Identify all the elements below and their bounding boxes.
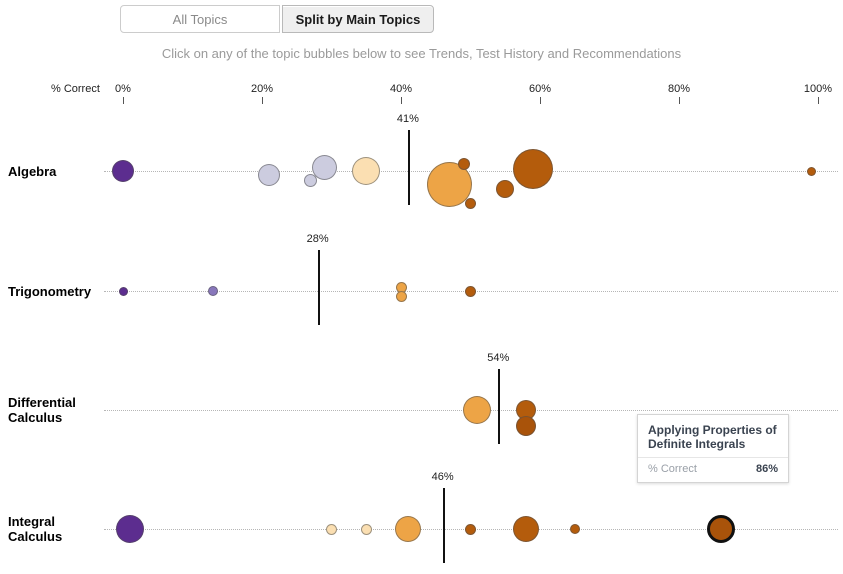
topic-bubble[interactable] xyxy=(513,149,554,189)
topic-bubble[interactable] xyxy=(457,158,470,170)
axis-tick-mark xyxy=(679,97,680,104)
topic-bubble[interactable] xyxy=(496,180,515,198)
topic-bubble[interactable] xyxy=(257,164,280,186)
average-marker-label: 28% xyxy=(306,233,329,245)
axis-title: % Correct xyxy=(51,83,100,95)
topic-row-label: Algebra xyxy=(8,164,57,179)
topic-bubble[interactable] xyxy=(352,157,381,185)
topic-bubble[interactable] xyxy=(513,516,540,542)
axis-tick-mark xyxy=(401,97,402,104)
topic-row-label: Integral Calculus xyxy=(8,514,63,544)
tooltip-stat-label: % Correct xyxy=(648,463,697,475)
axis-tick-mark xyxy=(818,97,819,104)
topic-bubble[interactable] xyxy=(465,285,476,297)
topic-bubble[interactable] xyxy=(360,523,372,535)
average-marker-label: 41% xyxy=(396,113,419,125)
axis-tick-label: 100% xyxy=(803,83,833,95)
percent-correct-axis: % Correct 0% 20% 40% 60% 80% 100% xyxy=(0,80,843,104)
split-by-main-topics-button[interactable]: Split by Main Topics xyxy=(282,5,434,33)
axis-tick-label: 60% xyxy=(528,83,552,95)
all-topics-button[interactable]: All Topics xyxy=(120,5,280,33)
tooltip-divider xyxy=(638,457,788,458)
topic-bubble[interactable] xyxy=(706,515,735,543)
topic-bubble[interactable] xyxy=(569,524,580,534)
topic-bubble[interactable] xyxy=(465,197,476,209)
topic-bubble[interactable] xyxy=(516,416,537,436)
average-marker-label: 46% xyxy=(431,471,454,483)
axis-tick-label: 40% xyxy=(389,83,413,95)
topic-bubble[interactable] xyxy=(394,516,421,542)
topic-bubble[interactable] xyxy=(465,523,476,535)
average-marker xyxy=(407,130,410,205)
bubble-tooltip: Applying Properties of Definite Integral… xyxy=(637,414,789,483)
average-marker xyxy=(317,250,320,325)
topic-bubble[interactable] xyxy=(395,290,407,302)
axis-tick-label: 0% xyxy=(115,83,131,95)
visualization-root: All Topics Split by Main Topics Click on… xyxy=(0,0,843,574)
axis-tick-label: 20% xyxy=(250,83,274,95)
topic-bubble[interactable] xyxy=(312,154,338,180)
average-marker-label: 54% xyxy=(487,352,510,364)
instruction-text: Click on any of the topic bubbles below … xyxy=(161,46,682,61)
topic-row-baseline xyxy=(104,171,838,172)
tooltip-stat-value: 86% xyxy=(755,463,778,475)
view-mode-toggle: All Topics Split by Main Topics xyxy=(120,5,434,33)
topic-bubble[interactable] xyxy=(208,286,219,296)
tooltip-title: Applying Properties of Definite Integral… xyxy=(648,423,777,451)
topic-bubble[interactable] xyxy=(118,286,128,296)
axis-tick-label: 80% xyxy=(667,83,691,95)
tooltip-stat-row: % Correct 86% xyxy=(648,463,778,475)
topic-bubble[interactable] xyxy=(463,396,492,424)
topic-bubble[interactable] xyxy=(115,515,144,543)
average-marker xyxy=(498,369,501,444)
topic-row-label: Differential Calculus xyxy=(8,395,76,425)
topic-bubble[interactable] xyxy=(112,160,134,182)
topic-bubble[interactable] xyxy=(806,166,816,176)
axis-tick-mark xyxy=(123,97,124,104)
topic-row-label: Trigonometry xyxy=(8,284,92,299)
axis-tick-mark xyxy=(540,97,541,104)
topic-bubble[interactable] xyxy=(326,523,337,535)
average-marker xyxy=(442,488,445,563)
axis-tick-mark xyxy=(262,97,263,104)
